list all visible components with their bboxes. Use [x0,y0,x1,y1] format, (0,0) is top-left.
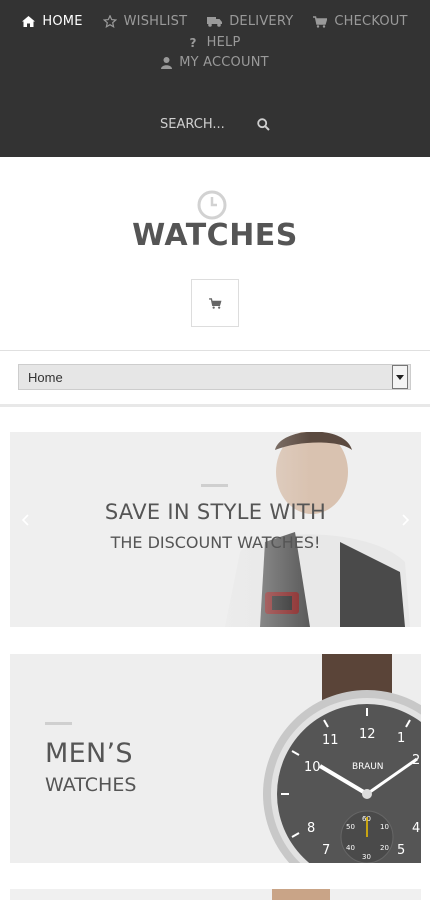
nav-checkout-label: CHECKOUT [334,14,408,29]
top-nav: HOME WISHLIST DELIVERY CHECKOUT [0,14,430,29]
banner-model-image [10,432,410,627]
nav-home-link[interactable]: HOME [22,14,82,29]
banner-subtitle: WATCHES [45,774,137,796]
cart-button[interactable] [191,279,239,327]
dial-number: 4 [412,821,420,836]
dial-number: 7 [322,843,330,858]
subdial-number: 30 [362,853,371,861]
nav-home-label: HOME [42,14,83,29]
cart-icon [313,15,328,28]
nav-help-link[interactable]: ? HELP [189,35,240,50]
clock-icon [197,190,227,220]
divider [0,350,430,351]
chevron-right-icon[interactable] [401,514,409,526]
nav-wishlist-label: WISHLIST [123,14,188,29]
dial-number: 1 [397,731,405,746]
promo-banner-slider[interactable]: SAVE IN STYLE WITH THE DISCOUNT WATCHES! [10,432,421,627]
watch-image: 12 1 2 4 5 7 8 10 11 BRAUN 60 10 20 50 4… [263,654,421,863]
banner-title: SAVE IN STYLE WITH [104,500,327,524]
nav-delivery-label: DELIVERY [229,14,294,29]
subdial-number: 40 [346,844,355,852]
dial-number: 8 [307,821,315,836]
nav-wishlist-link[interactable]: WISHLIST [102,14,188,29]
banner-title: MEN’S [45,738,133,769]
category-select-value: Home [28,369,63,385]
user-icon [161,56,173,69]
home-icon [22,16,36,27]
nav-row-help: ? HELP [0,35,430,50]
subdial-number: 10 [380,823,389,831]
dial-number: 12 [359,727,376,742]
nav-delivery-link[interactable]: DELIVERY [207,14,293,29]
search-bar [160,112,270,136]
cart-icon [208,297,221,309]
top-header: HOME WISHLIST DELIVERY CHECKOUT ? HELP M… [0,0,430,157]
search-icon[interactable] [257,117,270,131]
page-title: WATCHES [132,218,298,253]
nav-row-account: MY ACCOUNT [0,55,430,70]
mens-watches-banner[interactable]: MEN’S WATCHES 12 1 2 4 5 7 8 10 11 [10,654,421,863]
dial-number: 5 [397,843,405,858]
watch-brand: BRAUN [352,762,384,772]
nav-checkout-link[interactable]: CHECKOUT [313,14,407,29]
chevron-down-icon[interactable] [392,365,408,389]
chevron-left-icon[interactable] [22,514,30,526]
category-select[interactable]: Home [18,364,411,390]
banner-subtitle: THE DISCOUNT WATCHES! [110,533,321,552]
star-icon [102,15,117,28]
dial-number: 11 [322,733,339,748]
title-divider [45,722,72,725]
nav-account-label: MY ACCOUNT [179,55,269,70]
subdial-number: 20 [380,844,389,852]
title-divider [201,484,228,487]
next-banner-image [272,889,330,900]
nav-help-label: HELP [206,35,241,50]
divider [0,404,430,407]
next-banner[interactable] [10,889,421,900]
dial-number: 10 [304,760,321,775]
nav-account-link[interactable]: MY ACCOUNT [161,55,269,70]
search-input[interactable] [160,116,240,132]
subdial-number: 50 [346,823,355,831]
question-icon: ? [189,35,197,50]
truck-icon [207,17,223,27]
